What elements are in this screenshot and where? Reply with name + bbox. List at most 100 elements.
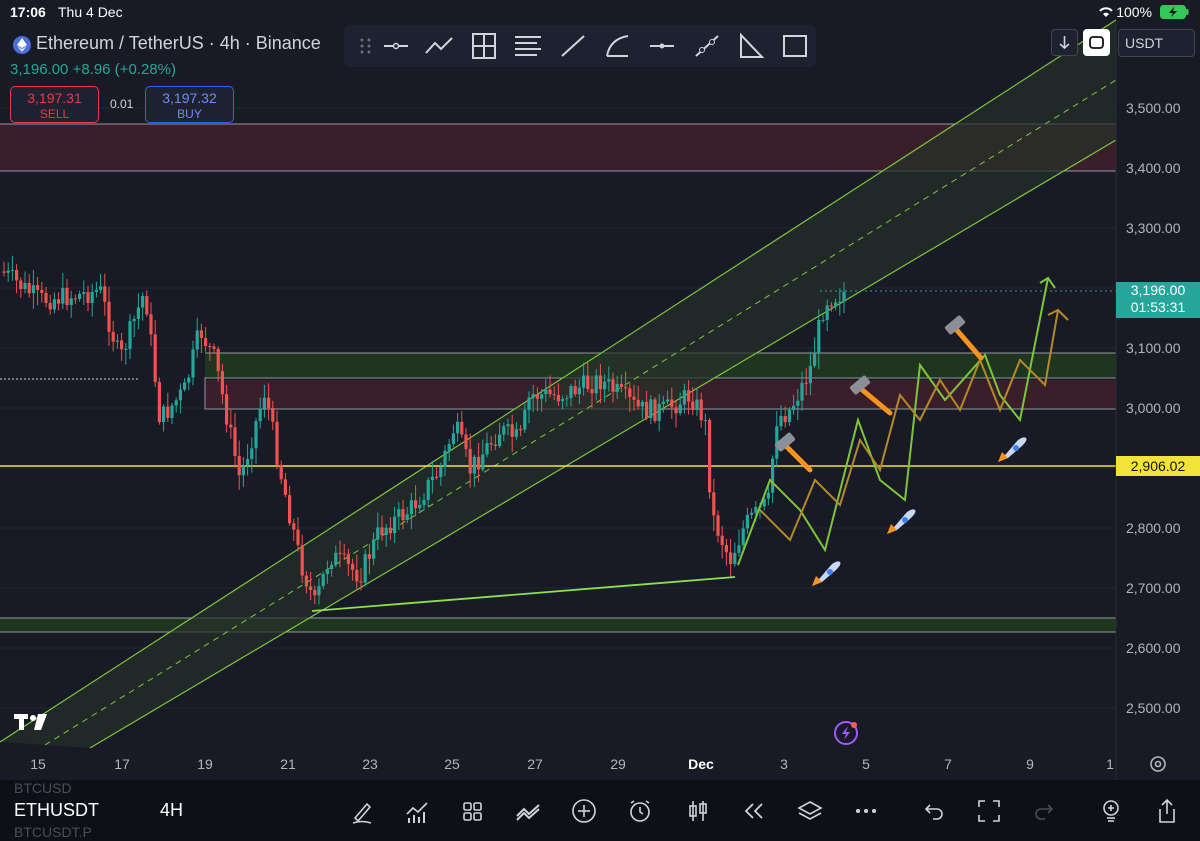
candle-body (120, 340, 124, 350)
candle-body (187, 377, 191, 383)
candle-body (57, 299, 61, 304)
candle-body (86, 292, 90, 304)
sync-button[interactable] (1083, 29, 1110, 56)
alert-price-label[interactable]: 2,906.02 (1116, 456, 1200, 476)
rectangle-icon[interactable] (779, 31, 811, 61)
trend-line[interactable] (311, 576, 736, 612)
previous-symbol[interactable]: BTCUSD (14, 780, 72, 796)
candle-body (409, 500, 413, 515)
candle-body (624, 387, 628, 389)
candle-body (103, 286, 107, 302)
candle-body (750, 512, 754, 515)
candle-body (640, 401, 644, 407)
share-button[interactable] (1152, 796, 1182, 826)
candle-body (535, 394, 539, 399)
parallel-channel-icon[interactable] (512, 31, 544, 61)
candle-body (716, 515, 720, 536)
candle-body (666, 399, 670, 402)
draw-tool-button[interactable] (347, 796, 377, 826)
candle-body (632, 396, 636, 400)
settings-icon[interactable] (1148, 754, 1168, 774)
undo-button[interactable] (918, 796, 948, 826)
download-button[interactable] (1051, 29, 1078, 56)
currency-select[interactable]: USDT (1118, 29, 1195, 57)
layout-button[interactable] (457, 796, 487, 826)
redo-icon (1035, 804, 1054, 820)
candle-body (691, 401, 695, 410)
lightning-icon[interactable] (834, 721, 858, 745)
candle-body (279, 464, 283, 480)
fullscreen-button[interactable] (974, 796, 1004, 826)
candle-body (208, 345, 212, 347)
undo-icon (924, 804, 943, 820)
symbol-title[interactable]: Ethereum / TetherUS · 4h · Binance (36, 33, 321, 54)
candle-body (464, 434, 468, 449)
ideas-button[interactable] (1096, 796, 1126, 826)
alert-button[interactable] (625, 796, 655, 826)
candle-body (737, 545, 741, 553)
candle-body (82, 292, 86, 294)
candle-body (300, 545, 304, 576)
price-tick: 3,500.00 (1126, 100, 1181, 116)
candle-body (670, 399, 674, 408)
candle-body (787, 410, 791, 423)
candle-body (346, 554, 350, 564)
candle-body (502, 426, 506, 435)
candle-body (598, 375, 602, 390)
candle-body (397, 509, 401, 517)
trend-line-icon[interactable] (557, 31, 589, 61)
chart-style-button[interactable] (683, 796, 713, 826)
hammer-icon (944, 315, 984, 361)
candle-body (733, 552, 737, 565)
horizontal-line-icon[interactable] (380, 31, 412, 61)
candle-body (435, 476, 439, 478)
candle-body (90, 291, 94, 304)
candle-body (460, 421, 464, 435)
info-line-icon[interactable] (691, 31, 723, 61)
time-tick: 9 (1026, 756, 1034, 772)
candle-body (275, 421, 279, 465)
long-position-icon[interactable] (468, 31, 500, 61)
price-tick: 2,800.00 (1126, 520, 1181, 536)
buy-button[interactable]: 3,197.32 BUY (145, 86, 234, 123)
candle-body (540, 394, 544, 399)
candle-body (477, 456, 481, 470)
projection-path-orange[interactable] (759, 309, 1059, 542)
sell-label: SELL (39, 107, 70, 121)
candle-body (779, 416, 783, 427)
replay-button[interactable] (739, 796, 769, 826)
candle-body (380, 527, 384, 536)
strategy-button[interactable] (513, 796, 543, 826)
candle-body (615, 383, 619, 392)
time-axis[interactable]: 15 17 19 21 23 25 27 29 Dec 3 5 7 9 1 (0, 748, 1200, 780)
drag-handle-icon[interactable] (350, 31, 382, 61)
indicators-button[interactable] (402, 796, 432, 826)
candle-body (267, 397, 271, 408)
time-tick: 27 (527, 756, 543, 772)
horizontal-ray-icon[interactable] (646, 31, 678, 61)
price-tick: 2,600.00 (1126, 640, 1181, 656)
candle-body (687, 390, 691, 402)
triangle-icon[interactable] (735, 31, 767, 61)
candle-body (808, 365, 812, 384)
candle-body (422, 499, 426, 505)
sell-button[interactable]: 3,197.31 SELL (10, 86, 99, 123)
candle-body (23, 282, 27, 290)
more-button[interactable] (851, 796, 881, 826)
candle-body (376, 527, 380, 540)
candle-body (292, 523, 296, 530)
path-icon[interactable] (423, 31, 455, 61)
candle-body (556, 394, 560, 402)
curve-icon[interactable] (602, 31, 634, 61)
price-tick: 2,700.00 (1126, 580, 1181, 596)
interval-button[interactable]: 4H (160, 800, 183, 821)
layers-button[interactable] (795, 796, 825, 826)
symbol-button[interactable]: ETHUSDT (14, 800, 99, 821)
share-icon (1159, 798, 1175, 823)
next-symbol[interactable]: BTCUSDT.P (14, 824, 92, 840)
candle-body (456, 421, 460, 434)
candle-body (334, 552, 338, 565)
add-button[interactable] (569, 796, 599, 826)
candle-body (250, 448, 254, 459)
redo-button[interactable] (1030, 796, 1060, 826)
